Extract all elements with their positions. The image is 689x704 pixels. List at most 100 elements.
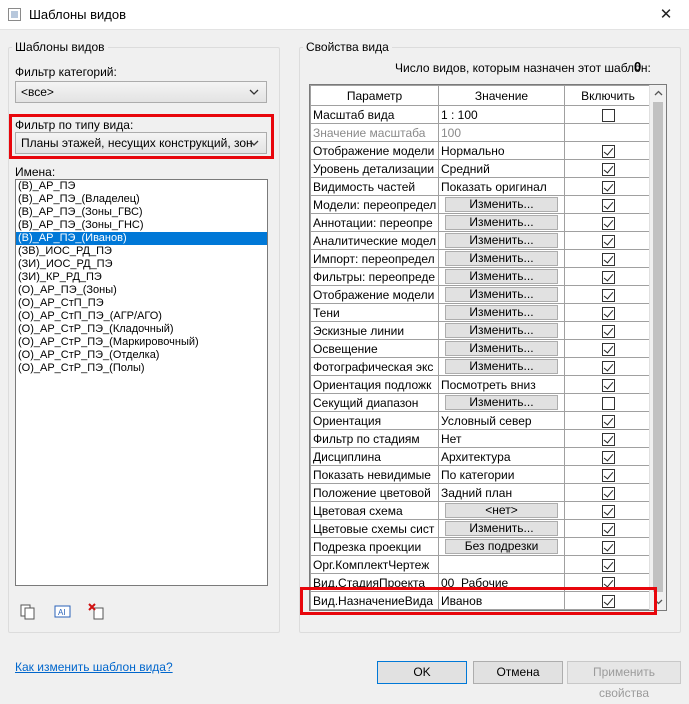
property-value[interactable]: Показать оригинал	[438, 177, 565, 196]
properties-scrollbar[interactable]	[649, 85, 666, 610]
property-row[interactable]: Секущий диапазон Изменить...	[310, 393, 652, 412]
property-row[interactable]: Видимость частей Показать оригинал	[310, 177, 652, 196]
include-checkbox[interactable]	[601, 180, 615, 194]
include-checkbox[interactable]	[601, 216, 615, 230]
include-checkbox[interactable]	[601, 540, 615, 554]
include-checkbox[interactable]	[601, 162, 615, 176]
property-value[interactable]: Нет	[438, 429, 565, 448]
include-checkbox[interactable]	[601, 486, 615, 500]
template-list-item[interactable]: (В)_АР_ПЭ_(Зоны_ГНС)	[16, 219, 267, 232]
property-value[interactable]: Архитектура	[438, 447, 565, 466]
include-checkbox[interactable]	[601, 324, 615, 338]
property-value[interactable]: Условный север	[438, 411, 565, 430]
include-checkbox[interactable]	[601, 450, 615, 464]
property-value[interactable]	[438, 555, 565, 574]
property-row[interactable]: Эскизные линии Изменить...	[310, 321, 652, 340]
include-checkbox[interactable]	[601, 108, 615, 122]
template-list-item[interactable]: (О)_АР_СтР_ПЭ_(Маркировочный)	[16, 336, 267, 349]
property-edit-button[interactable]: <нет>	[445, 503, 558, 518]
include-checkbox[interactable]	[601, 234, 615, 248]
close-button[interactable]: ✕	[643, 0, 689, 30]
property-row[interactable]: Масштаб вида 1 : 100	[310, 105, 652, 124]
property-row[interactable]: Фильтры: переопреде Изменить...	[310, 267, 652, 286]
property-row[interactable]: Значение масштаба 100	[310, 123, 652, 142]
property-edit-button[interactable]: Изменить...	[445, 359, 558, 374]
property-row[interactable]: Модели: переопредел Изменить...	[310, 195, 652, 214]
property-row[interactable]: Цветовые схемы сист Изменить...	[310, 519, 652, 538]
property-value[interactable]: 1 : 100	[438, 105, 565, 124]
template-list-item[interactable]: (ЗИ)_ИОС_РД_ПЭ	[16, 258, 267, 271]
property-row[interactable]: Положение цветовой Задний план	[310, 483, 652, 502]
category-filter-select[interactable]: <все>	[15, 81, 267, 103]
property-row[interactable]: Фильтр по стадиям Нет	[310, 429, 652, 448]
include-checkbox[interactable]	[601, 306, 615, 320]
include-checkbox[interactable]	[601, 144, 615, 158]
property-row[interactable]: Дисциплина Архитектура	[310, 447, 652, 466]
property-edit-button[interactable]: Изменить...	[445, 233, 558, 248]
property-row[interactable]: Показать невидимые По категории	[310, 465, 652, 484]
scroll-up-icon[interactable]	[653, 88, 664, 99]
include-checkbox[interactable]	[601, 270, 615, 284]
template-list-item[interactable]: (В)_АР_ПЭ_(Владелец)	[16, 193, 267, 206]
property-edit-button[interactable]: Без подрезки	[445, 539, 558, 554]
property-edit-button[interactable]: Изменить...	[445, 197, 558, 212]
template-list-item[interactable]: (ЗВ)_ИОС_РД_ПЭ	[16, 245, 267, 258]
property-row[interactable]: Импорт: переопредел Изменить...	[310, 249, 652, 268]
include-checkbox[interactable]	[601, 252, 615, 266]
rename-icon[interactable]: AI	[54, 603, 72, 621]
property-row[interactable]: Ориентация Условный север	[310, 411, 652, 430]
include-checkbox[interactable]	[601, 558, 615, 572]
property-row[interactable]: Аннотации: переопре Изменить...	[310, 213, 652, 232]
property-edit-button[interactable]: Изменить...	[445, 521, 558, 536]
include-checkbox[interactable]	[601, 522, 615, 536]
column-header-value[interactable]: Значение	[438, 85, 565, 106]
property-row[interactable]: Ориентация подложк Посмотреть вниз	[310, 375, 652, 394]
property-row[interactable]: Освещение Изменить...	[310, 339, 652, 358]
template-list-item[interactable]: (О)_АР_ПЭ_(Зоны)	[16, 284, 267, 297]
property-edit-button[interactable]: Изменить...	[445, 395, 558, 410]
scroll-thumb[interactable]	[653, 102, 663, 592]
property-row[interactable]: Фотографическая экс Изменить...	[310, 357, 652, 376]
template-names-list[interactable]: (В)_АР_ПЭ (В)_АР_ПЭ_(Владелец) (В)_АР_ПЭ_(…	[15, 179, 268, 586]
property-value[interactable]: Средний	[438, 159, 565, 178]
column-header-parameter[interactable]: Параметр	[310, 85, 439, 106]
property-row[interactable]: Подрезка проекции Без подрезки	[310, 537, 652, 556]
property-edit-button[interactable]: Изменить...	[445, 251, 558, 266]
cancel-button[interactable]: Отмена	[473, 661, 563, 684]
include-checkbox[interactable]	[601, 360, 615, 374]
include-checkbox[interactable]	[601, 198, 615, 212]
include-checkbox[interactable]	[601, 504, 615, 518]
template-list-item[interactable]: (В)_АР_ПЭ	[16, 180, 267, 193]
property-value[interactable]: Посмотреть вниз	[438, 375, 565, 394]
template-list-item[interactable]: (ЗИ)_КР_РД_ПЭ	[16, 271, 267, 284]
template-list-item[interactable]: (О)_АР_СтП_ПЭ_(АГР/АГО)	[16, 310, 267, 323]
column-header-include[interactable]: Включить	[564, 85, 652, 106]
property-edit-button[interactable]: Изменить...	[445, 323, 558, 338]
property-value[interactable]: Задний план	[438, 483, 565, 502]
template-list-item[interactable]: (В)_АР_ПЭ_(Иванов)	[16, 232, 267, 245]
property-row[interactable]: Отображение модели Изменить...	[310, 285, 652, 304]
delete-icon[interactable]	[88, 603, 106, 621]
property-edit-button[interactable]: Изменить...	[445, 269, 558, 284]
property-row[interactable]: Отображение модели Нормально	[310, 141, 652, 160]
template-list-item[interactable]: (В)_АР_ПЭ_(Зоны_ГВС)	[16, 206, 267, 219]
property-edit-button[interactable]: Изменить...	[445, 215, 558, 230]
include-checkbox[interactable]	[601, 414, 615, 428]
include-checkbox[interactable]	[601, 468, 615, 482]
template-list-item[interactable]: (О)_АР_СтР_ПЭ_(Полы)	[16, 362, 267, 375]
include-checkbox[interactable]	[601, 288, 615, 302]
property-edit-button[interactable]: Изменить...	[445, 287, 558, 302]
property-row[interactable]: Тени Изменить...	[310, 303, 652, 322]
template-list-item[interactable]: (О)_АР_СтП_ПЭ	[16, 297, 267, 310]
property-row[interactable]: Цветовая схема <нет>	[310, 501, 652, 520]
duplicate-icon[interactable]	[19, 603, 37, 621]
include-checkbox[interactable]	[601, 378, 615, 392]
property-row[interactable]: Орг.КомплектЧертеж	[310, 555, 652, 574]
ok-button[interactable]: OK	[377, 661, 467, 684]
property-row[interactable]: Аналитические модел Изменить...	[310, 231, 652, 250]
include-checkbox[interactable]	[601, 396, 615, 410]
include-checkbox[interactable]	[601, 342, 615, 356]
property-value[interactable]: По категории	[438, 465, 565, 484]
property-value[interactable]: Нормально	[438, 141, 565, 160]
property-row[interactable]: Уровень детализации Средний	[310, 159, 652, 178]
